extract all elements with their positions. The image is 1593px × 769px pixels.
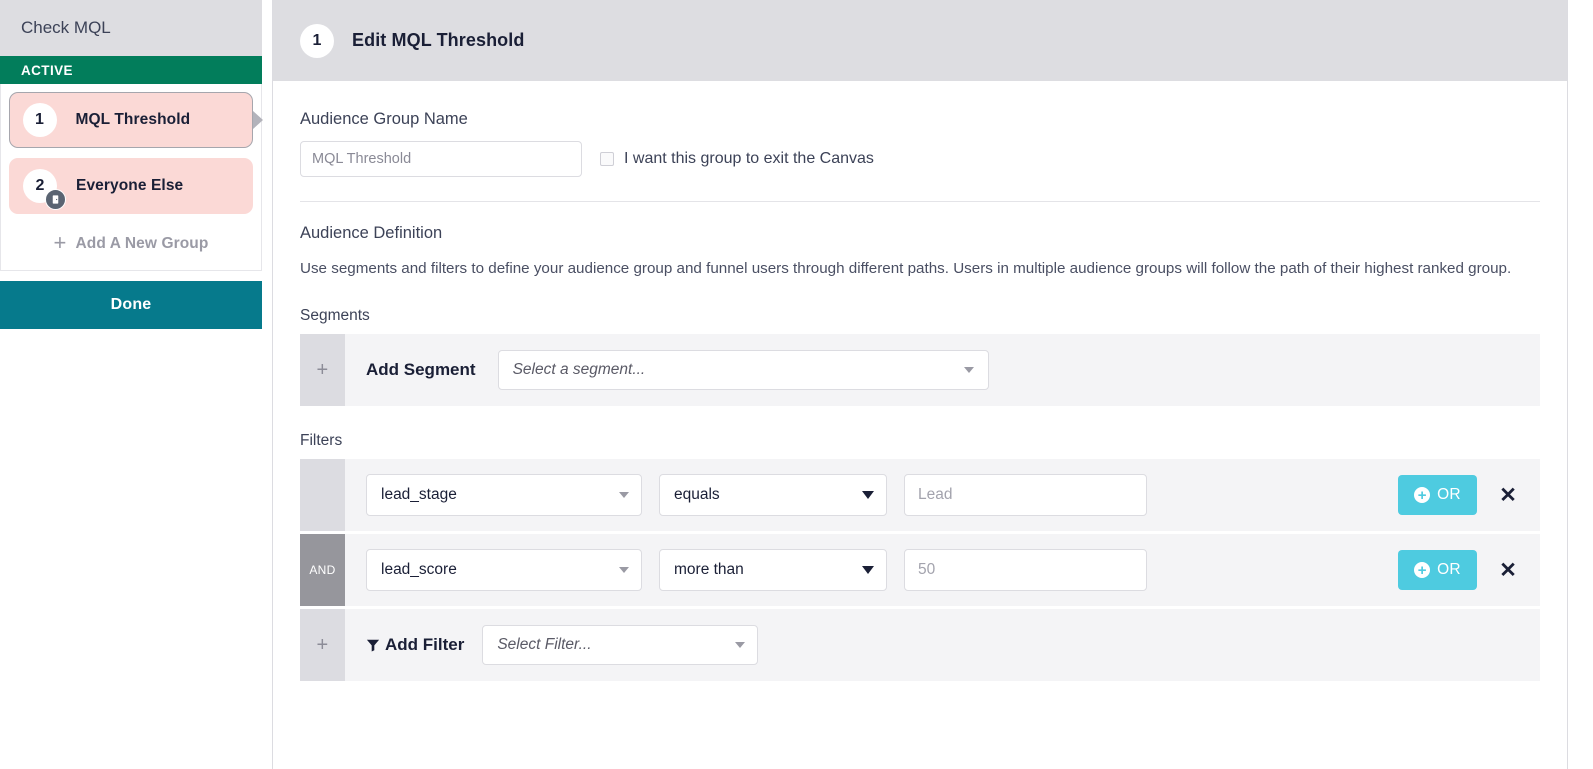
filter-operator-value: more than [674,561,744,579]
close-icon: ✕ [1499,560,1517,581]
done-button[interactable]: Done [0,281,262,329]
exit-canvas-icon [45,189,66,210]
plus-circle-icon: + [1414,487,1430,503]
filter-row-gutter [300,459,345,531]
plus-circle-icon: + [1414,562,1430,578]
add-or-condition-button[interactable]: + OR [1398,550,1477,590]
audience-definition-title: Audience Definition [300,224,1540,243]
audience-definition-section: Audience Definition Use segments and fil… [300,202,1540,281]
audience-group-name-section: Audience Group Name I want this group to… [300,81,1540,177]
chevron-down-icon [862,566,874,574]
filter-row-gutter: AND [300,534,345,606]
chevron-down-icon [862,491,874,499]
segment-select[interactable]: Select a segment... [498,350,989,390]
active-status-bar: ACTIVE [0,56,262,84]
add-filter-select-value: Select Filter... [497,636,591,654]
edit-panel-body: Audience Group Name I want this group to… [273,81,1567,681]
filter-row: AND lead_score more than + OR [300,534,1540,606]
edit-audience-group-panel: 1 Edit MQL Threshold Audience Group Name… [272,0,1568,769]
group-rank-number: 2 [36,177,45,195]
group-rank-badge: 2 [23,169,57,203]
filter-attribute-value: lead_score [381,561,457,579]
remove-filter-button[interactable]: ✕ [1492,560,1524,581]
filter-row: lead_stage equals + OR ✕ [300,459,1540,531]
chevron-down-icon [735,642,745,648]
close-icon: ✕ [1499,485,1517,506]
filter-operator-select[interactable]: more than [659,549,887,591]
plus-icon[interactable]: + [300,334,345,406]
chevron-down-icon [964,367,974,373]
add-filter-row: + Add Filter Select Filter... [300,609,1540,681]
audience-definition-description: Use segments and filters to define your … [300,256,1540,281]
group-card-everyone-else[interactable]: 2 Everyone Else [9,158,253,214]
group-rank-badge: 1 [23,103,57,137]
add-segment-label: Add Segment [366,360,476,380]
exit-canvas-checkbox-wrap[interactable]: I want this group to exit the Canvas [600,150,874,168]
filter-attribute-select[interactable]: lead_score [366,549,642,591]
filter-attribute-select[interactable]: lead_stage [366,474,642,516]
filter-value-input[interactable] [904,474,1147,516]
add-filter-label: Add Filter [366,635,464,655]
audience-group-panel: Check MQL ACTIVE 1 MQL Threshold 2 Every… [0,0,262,769]
exit-canvas-checkbox-label: I want this group to exit the Canvas [624,150,874,168]
add-or-condition-button[interactable]: + OR [1398,475,1477,515]
filters-title: Filters [300,432,1540,450]
filter-attribute-value: lead_stage [381,486,457,504]
step-badge: 1 [300,24,334,58]
panel-title: Check MQL [0,0,262,56]
add-new-group-label: Add A New Group [75,235,208,253]
add-filter-text: Add Filter [385,635,464,655]
audience-group-name-input[interactable] [300,141,582,177]
group-card-label: MQL Threshold [76,111,191,129]
chevron-down-icon [619,567,629,573]
filters-section: Filters lead_stage equals [300,432,1540,681]
edit-panel-header: 1 Edit MQL Threshold [273,0,1567,81]
segments-title: Segments [300,307,1540,325]
exit-canvas-checkbox[interactable] [600,152,614,166]
or-button-label: OR [1437,561,1461,579]
add-segment-row: + Add Segment Select a segment... [300,334,1540,406]
step-number: 1 [313,32,322,50]
remove-filter-button[interactable]: ✕ [1492,485,1524,506]
group-card-mql-threshold[interactable]: 1 MQL Threshold [9,92,253,148]
funnel-icon [366,637,380,653]
add-filter-select[interactable]: Select Filter... [482,625,758,665]
filter-operator-select[interactable]: equals [659,474,887,516]
chevron-down-icon [619,492,629,498]
or-button-label: OR [1437,486,1461,504]
audience-group-name-label: Audience Group Name [300,110,1540,129]
add-new-group-button[interactable]: + Add A New Group [9,224,253,264]
segments-section: Segments + Add Segment Select a segment.… [300,307,1540,406]
group-rank-number: 1 [35,111,44,129]
filter-value-input[interactable] [904,549,1147,591]
group-list: 1 MQL Threshold 2 Everyone Else + Add A … [0,84,262,271]
segment-select-value: Select a segment... [513,361,646,379]
plus-icon: + [54,232,67,254]
group-card-label: Everyone Else [76,177,183,195]
page-title: Edit MQL Threshold [352,30,524,51]
filter-operator-value: equals [674,486,720,504]
plus-icon[interactable]: + [300,609,345,681]
